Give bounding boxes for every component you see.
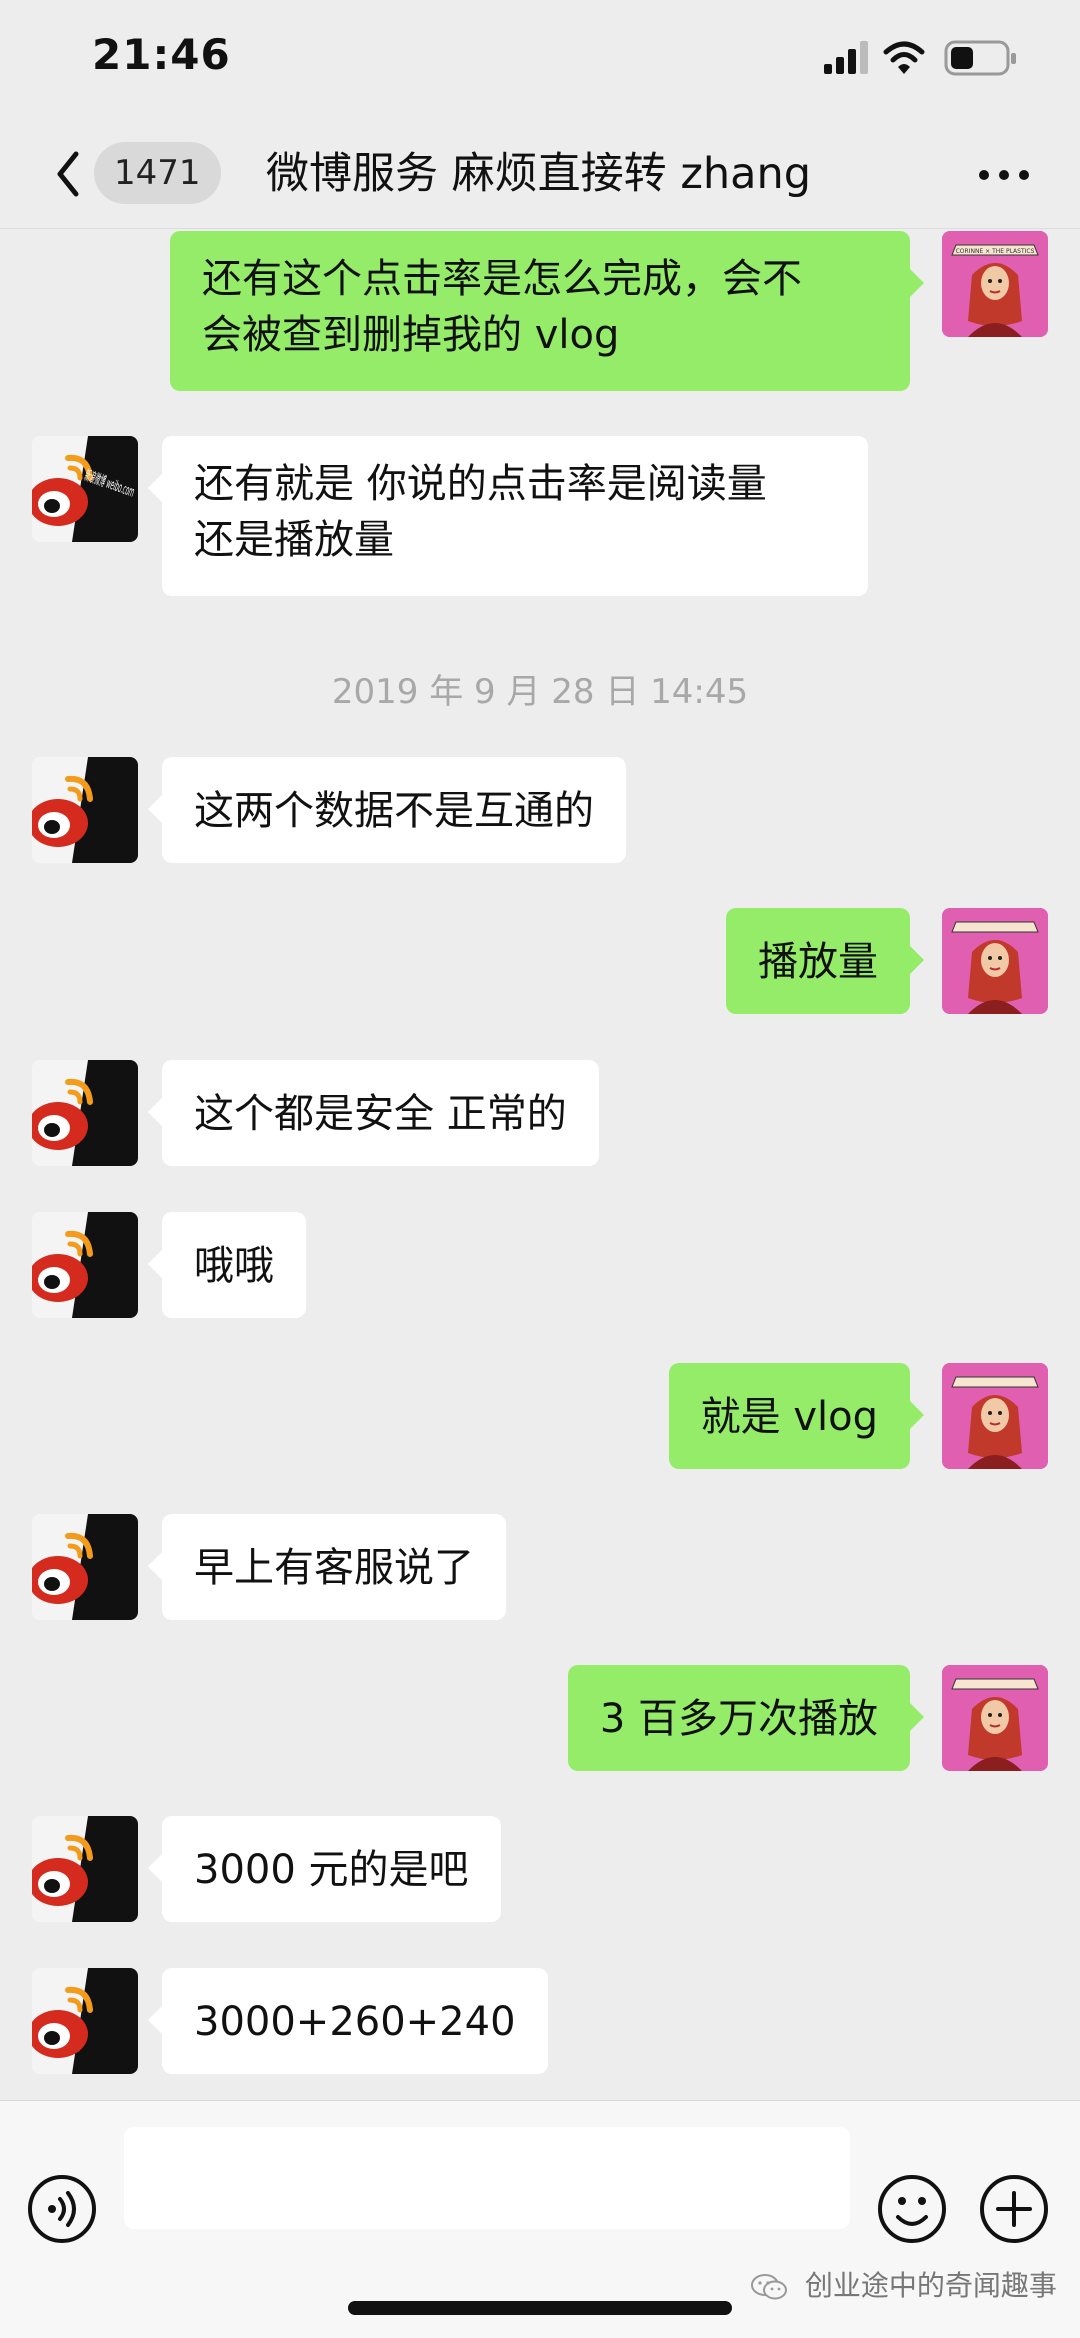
message-text-line: 还是播放量 — [194, 517, 394, 563]
message-bubble[interactable]: 这个都是安全 正常的 — [148, 1060, 599, 1166]
message-bubble[interactable]: 3000+260+240 — [148, 1968, 548, 2074]
self-avatar-image: CORINNE × THE PLASTICS — [942, 231, 1048, 337]
self-avatar[interactable] — [942, 908, 1048, 1014]
message-text-line: 会被查到删掉我的 vlog — [202, 312, 620, 358]
message-outgoing: 3 百多万次播放 — [0, 1665, 1080, 1771]
status-time: 21:46 — [92, 30, 231, 79]
wechat-icon — [751, 2274, 787, 2300]
svg-text:CORINNE × THE PLASTICS: CORINNE × THE PLASTICS — [956, 248, 1035, 255]
wifi-icon — [883, 41, 925, 74]
emoji-icon[interactable] — [876, 2173, 948, 2245]
weibo-logo-icon — [32, 757, 138, 863]
back-chevron-icon[interactable] — [48, 144, 88, 204]
signal-icon — [824, 41, 868, 74]
message-incoming: 哦哦 — [0, 1212, 1080, 1318]
self-avatar-image — [942, 1665, 1048, 1771]
unread-count-badge[interactable]: 1471 — [94, 142, 221, 204]
watermark-text: 创业途中的奇闻趣事 — [804, 2269, 1057, 2302]
message-bubble[interactable]: 播放量 — [726, 908, 924, 1014]
battery-icon — [944, 40, 1016, 76]
message-incoming: 新浪微博 weibo.com 还有就是 你说的点击率是阅读量 还是播放量 — [0, 436, 1080, 601]
message-incoming: 3000+260+240 — [0, 1968, 1080, 2074]
message-text-line: 还有这个点击率是怎么完成，会不 — [202, 256, 802, 302]
weibo-logo-icon — [32, 1514, 138, 1620]
message-text: 早上有客服说了 — [194, 1545, 474, 1591]
message-text: 3000 元的是吧 — [194, 1847, 469, 1893]
weibo-logo-icon — [32, 1212, 138, 1318]
weibo-avatar[interactable] — [32, 1968, 138, 2074]
self-avatar-image — [942, 1363, 1048, 1469]
self-avatar[interactable] — [942, 1363, 1048, 1469]
weibo-avatar[interactable] — [32, 1212, 138, 1318]
weibo-avatar[interactable] — [32, 1060, 138, 1166]
message-text: 这个都是安全 正常的 — [194, 1091, 567, 1137]
message-text: 3000+260+240 — [194, 1999, 516, 2045]
message-incoming: 早上有客服说了 — [0, 1514, 1080, 1620]
watermark: 创业途中的奇闻趣事 — [750, 2264, 1057, 2304]
message-incoming: 这两个数据不是互通的 — [0, 757, 1080, 863]
message-bubble[interactable]: 就是 vlog — [668, 1363, 925, 1469]
chat-title: 微博服务 麻烦直接转 zhang — [266, 149, 812, 199]
weibo-logo-icon: 新浪微博 weibo.com — [32, 436, 138, 542]
weibo-logo-icon — [32, 1816, 138, 1922]
message-incoming: 这个都是安全 正常的 — [0, 1060, 1080, 1166]
voice-input-icon[interactable] — [26, 2173, 98, 2245]
add-attachment-icon[interactable] — [978, 2173, 1050, 2245]
message-incoming: 3000 元的是吧 — [0, 1816, 1080, 1922]
self-avatar-image — [942, 908, 1048, 1014]
message-bubble[interactable]: 哦哦 — [148, 1212, 306, 1318]
more-options-icon[interactable] — [974, 150, 1034, 200]
message-outgoing: 就是 vlog — [0, 1363, 1080, 1469]
message-text: 这两个数据不是互通的 — [194, 788, 594, 834]
weibo-avatar[interactable] — [32, 757, 138, 863]
weibo-avatar[interactable] — [32, 1514, 138, 1620]
message-bubble[interactable]: 3 百多万次播放 — [567, 1665, 925, 1771]
message-text: 播放量 — [758, 939, 878, 985]
weibo-logo-icon — [32, 1060, 138, 1166]
message-bubble[interactable]: 还有就是 你说的点击率是阅读量 还是播放量 — [148, 436, 868, 596]
message-text: 就是 vlog — [700, 1394, 878, 1440]
message-bubble[interactable]: 3000 元的是吧 — [148, 1816, 501, 1922]
home-indicator[interactable] — [348, 2301, 732, 2315]
status-bar: 21:46 — [0, 0, 1080, 120]
message-bubble[interactable]: 还有这个点击率是怎么完成，会不 会被查到删掉我的 vlog — [170, 231, 924, 391]
message-bubble[interactable]: 早上有客服说了 — [148, 1514, 506, 1620]
weibo-avatar[interactable] — [32, 1816, 138, 1922]
message-outgoing: 还有这个点击率是怎么完成，会不 会被查到删掉我的 vlog CORINNE × … — [0, 229, 1080, 394]
message-timestamp: 2019 年 9 月 28 日 14:45 — [331, 672, 749, 712]
message-text-line: 还有就是 你说的点击率是阅读量 — [194, 461, 767, 507]
weibo-logo-icon — [32, 1968, 138, 2074]
message-outgoing: 播放量 — [0, 908, 1080, 1014]
status-icons — [824, 40, 1016, 76]
message-bubble[interactable]: 这两个数据不是互通的 — [148, 757, 626, 863]
weibo-avatar[interactable]: 新浪微博 weibo.com — [32, 436, 138, 542]
chat-header: 1471 微博服务 麻烦直接转 zhang — [0, 120, 1080, 229]
self-avatar[interactable]: CORINNE × THE PLASTICS — [942, 231, 1048, 337]
message-text: 3 百多万次播放 — [599, 1696, 878, 1742]
self-avatar[interactable] — [942, 1665, 1048, 1771]
chat-message-list[interactable]: 还有这个点击率是怎么完成，会不 会被查到删掉我的 vlog CORINNE × … — [0, 229, 1080, 2099]
message-text: 哦哦 — [194, 1243, 274, 1289]
message-text-input[interactable] — [124, 2127, 850, 2229]
